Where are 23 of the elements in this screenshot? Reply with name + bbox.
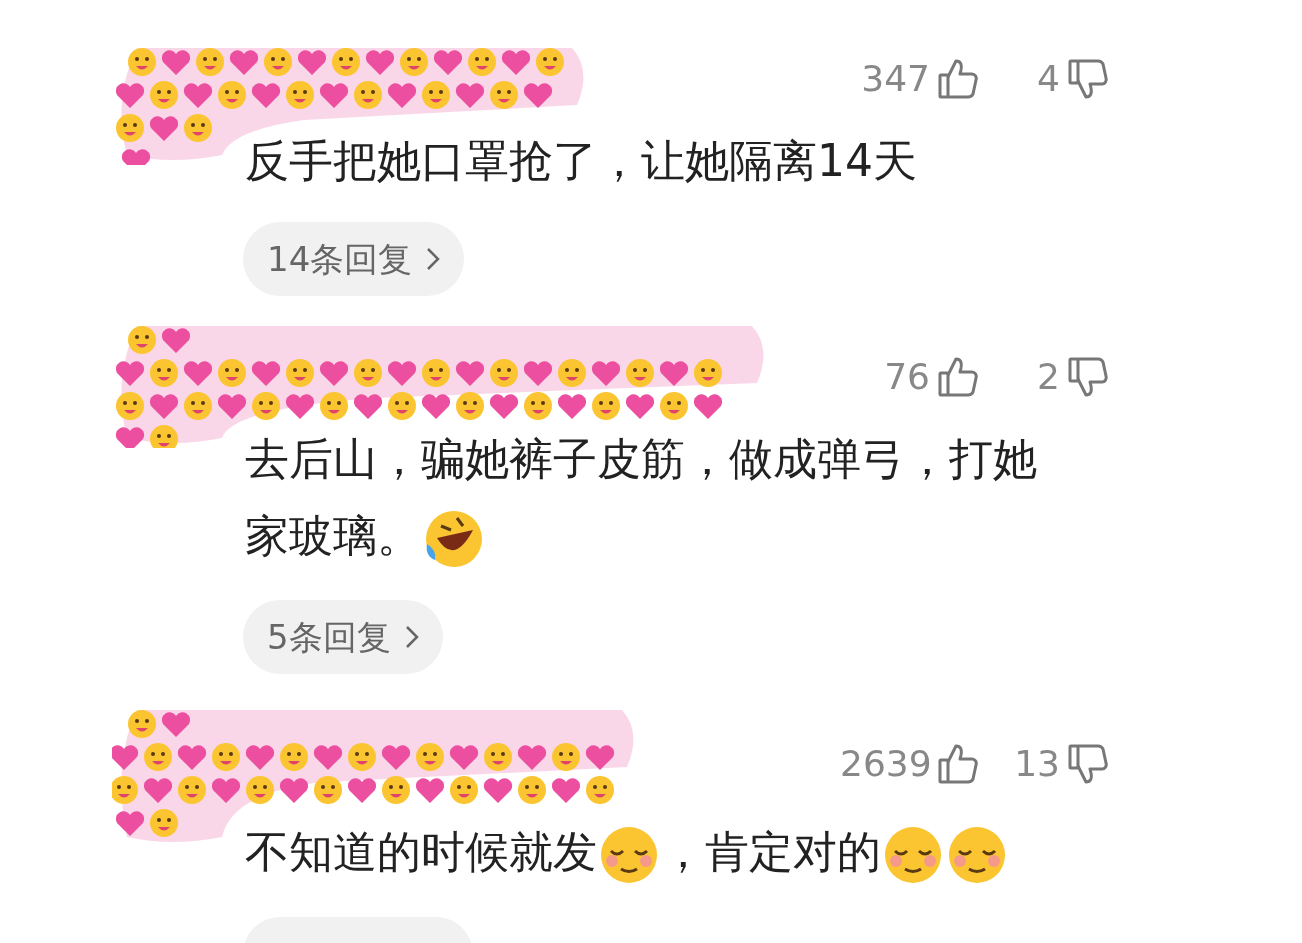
relieved-emoji-icon — [883, 825, 943, 885]
thumbs-up-icon[interactable] — [936, 355, 980, 399]
dislike-count: 4 — [1036, 57, 1060, 101]
relieved-emoji-icon — [599, 825, 659, 885]
chevron-right-icon — [404, 625, 419, 649]
dislike-count: 13 — [1013, 742, 1060, 786]
thumbs-up-icon[interactable] — [936, 742, 980, 786]
comment-text: 去后山，骗她裤子皮筋，做成弹弓，打她家玻璃。 — [245, 420, 1072, 574]
dislike-count: 2 — [1036, 355, 1060, 399]
laughing-emoji-icon — [423, 508, 485, 570]
like-count: 347 — [860, 57, 930, 101]
thumbs-down-icon[interactable] — [1066, 57, 1110, 101]
comment-text: 反手把她口罩抢了，让她隔离14天 — [245, 134, 918, 188]
replies-button[interactable]: 5条回复 — [243, 600, 443, 674]
like-count: 76 — [883, 355, 930, 399]
thumbs-down-icon[interactable] — [1066, 742, 1110, 786]
like-count: 2639 — [840, 742, 930, 786]
thumbs-down-icon[interactable] — [1066, 355, 1110, 399]
chevron-right-icon — [426, 247, 441, 271]
comment-text: 不知道的时候就发 ，肯定对的 — [245, 813, 1072, 890]
relieved-emoji-icon — [947, 825, 1007, 885]
thumbs-up-icon[interactable] — [936, 57, 980, 101]
replies-button[interactable]: 14条回复 — [243, 222, 465, 296]
